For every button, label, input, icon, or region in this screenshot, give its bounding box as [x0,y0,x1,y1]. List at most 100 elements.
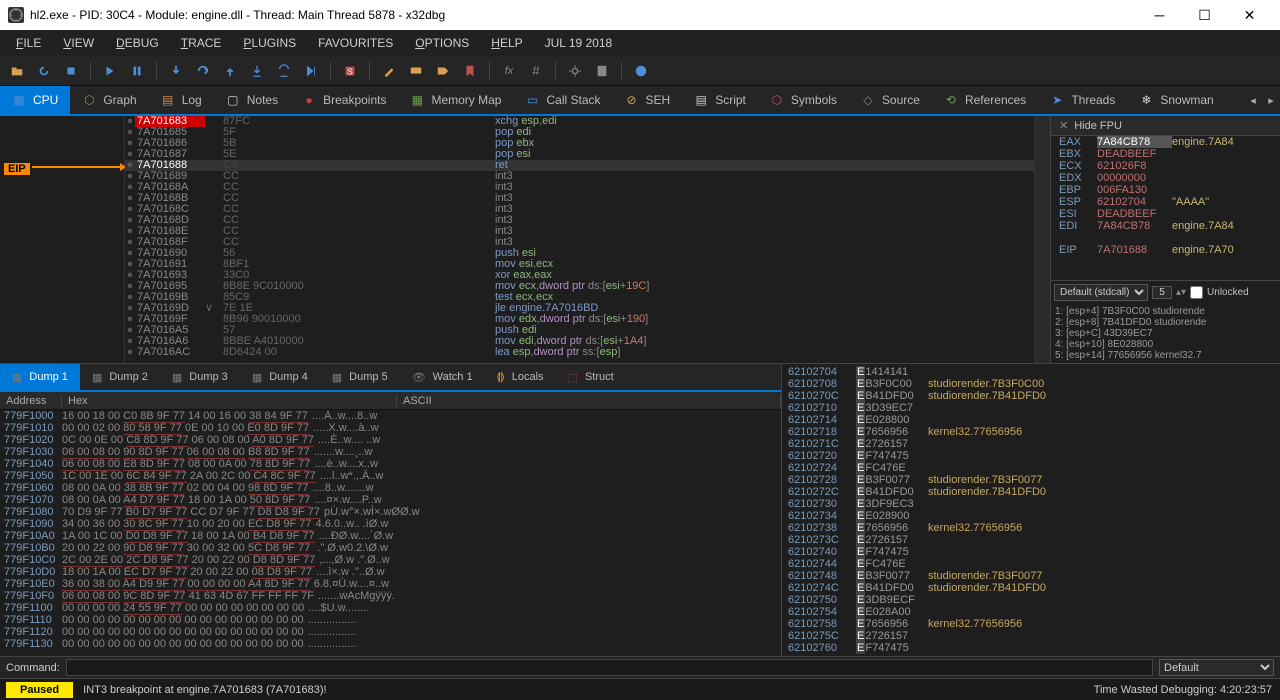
dump-row[interactable]: 779F10A01A 00 1C 00 D0 D8 9F 77 18 00 1A… [0,530,781,542]
stack-row[interactable]: 6210273CE2726157 [782,534,1280,546]
stack-row[interactable]: 62102714EE028800 [782,414,1280,426]
disasm-row[interactable]: ●7A70168CCCint3 [125,204,1034,215]
tab-log[interactable]: ▤Log [149,86,214,114]
close-button[interactable]: ✕ [1227,0,1272,30]
tab-graph[interactable]: ⬡Graph [70,86,148,114]
dump-tab-dump-3[interactable]: ▦Dump 3 [160,364,240,390]
dump-row[interactable]: 779F106008 00 0A 00 38 8B 9F 77 02 00 04… [0,482,781,494]
stack-row[interactable]: 62102750E3DB9ECF [782,594,1280,606]
disasm-row[interactable]: ●7A70169F8B96 90010000mov edx,dword ptr … [125,314,1034,325]
tab-call-stack[interactable]: ▭Call Stack [513,86,612,114]
minimize-button[interactable]: ─ [1137,0,1182,30]
dump-row[interactable]: 779F103006 00 08 00 90 8D 9F 77 06 00 08… [0,446,781,458]
trace-into-icon[interactable] [246,60,268,82]
dump-tab-locals[interactable]: ⟬⟭Locals [485,364,556,390]
dump-row[interactable]: 779F100016 00 18 00 C0 8B 9F 77 14 00 16… [0,410,781,422]
disasm-row[interactable]: ●7A7016918BF1mov esi,ecx [125,259,1034,270]
stack-row[interactable]: 62102758E7656956kernel32.77656956 [782,618,1280,630]
menu-debug[interactable]: DEBUG [106,33,169,53]
disasm-row[interactable]: ●7A7016865Bpop ebx [125,138,1034,149]
menu-plugins[interactable]: PLUGINS [233,33,306,53]
register-row[interactable]: ESP62102704"AAAA" [1051,196,1280,208]
dump-row[interactable]: 779F10C02C 00 2E 00 2C D8 9F 77 20 00 22… [0,554,781,566]
regpanel-close-icon[interactable]: ✕ [1059,119,1068,132]
dump-col-addr[interactable]: Address [0,395,62,407]
register-row[interactable] [1051,232,1280,244]
menu-help[interactable]: HELP [481,33,532,53]
dump-row[interactable]: 779F109034 00 36 00 30 8C 9F 77 10 00 20… [0,518,781,530]
open-icon[interactable] [6,60,28,82]
menu-file[interactable]: FILE [6,33,51,53]
stack-row[interactable]: 62102744EFC476E [782,558,1280,570]
tab-next-icon[interactable]: ▸ [1262,85,1280,115]
stack-row[interactable]: 62102724EFC476E [782,462,1280,474]
dump-tab-dump-2[interactable]: ▦Dump 2 [80,364,160,390]
dump-view[interactable]: 779F100016 00 18 00 C0 8B 9F 77 14 00 16… [0,410,781,656]
fpu-toggle[interactable]: Hide FPU [1074,120,1122,132]
stack-row[interactable]: 62102704E1414141 [782,366,1280,378]
menu-favourites[interactable]: FAVOURITES [308,33,403,53]
dump-row[interactable]: 779F10501C 00 1E 00 6C 84 9F 77 2A 00 2C… [0,470,781,482]
menu-options[interactable]: OPTIONS [405,33,479,53]
tab-memory-map[interactable]: ▦Memory Map [398,86,513,114]
disasm-row[interactable]: ●7A70168BCCint3 [125,193,1034,204]
disasm-row[interactable]: ●7A701688C3ret [125,160,1034,171]
calc-icon[interactable] [591,60,613,82]
dump-row[interactable]: 779F110000 00 00 00 24 55 9F 77 00 00 00… [0,602,781,614]
stack-row[interactable]: 6210275CE2726157 [782,630,1280,642]
stack-row[interactable]: 6210270CEB41DFD0studiorender.7B41DFD0 [782,390,1280,402]
disassembly-view[interactable]: ●7A70168387FCxchg esp,edi●7A7016855Fpop … [125,116,1034,363]
tab-snowman[interactable]: ❄Snowman [1127,86,1225,114]
stack-args-view[interactable]: 1: [esp+4] 7B3F0C00 studiorende2: [esp+8… [1051,304,1280,363]
scylla-icon[interactable]: S [339,60,361,82]
fx-icon[interactable]: fx [498,60,520,82]
disasm-row[interactable]: ●7A70168ECCint3 [125,226,1034,237]
run-to-icon[interactable] [300,60,322,82]
dump-tab-dump-1[interactable]: ▦Dump 1 [0,364,80,390]
register-row[interactable]: EAX7A84CB78engine.7A84 [1051,136,1280,148]
bookmark-icon[interactable] [459,60,481,82]
dump-col-hex[interactable]: Hex [62,395,397,407]
label-icon[interactable] [432,60,454,82]
dump-row[interactable]: 779F107008 00 0A 00 A4 D7 9F 77 18 00 1A… [0,494,781,506]
dump-tab-watch-1[interactable]: 👁Watch 1 [400,364,485,390]
dump-tab-struct[interactable]: ⬚Struct [556,364,626,390]
dump-row[interactable]: 779F108070 D9 9F 77 B0 D7 9F 77 CC D7 9F… [0,506,781,518]
dump-row[interactable]: 779F113000 00 00 00 00 00 00 00 00 00 00… [0,638,781,650]
step-into-icon[interactable] [165,60,187,82]
disasm-row[interactable]: ●7A7016958B8E 9C010000mov ecx,dword ptr … [125,281,1034,292]
stack-row[interactable]: 6210271CE2726157 [782,438,1280,450]
disasm-row[interactable]: ●7A7016AC8D6424 00lea esp,dword ptr ss:[… [125,347,1034,358]
stack-row[interactable]: 62102734EE028900 [782,510,1280,522]
about-icon[interactable] [630,60,652,82]
restart-icon[interactable] [33,60,55,82]
dump-row[interactable]: 779F10200C 00 0E 00 C8 8D 9F 77 06 00 08… [0,434,781,446]
register-row[interactable]: EIP7A701688engine.7A70 [1051,244,1280,256]
tab-script[interactable]: ▤Script [682,86,758,114]
tab-symbols[interactable]: ⬡Symbols [758,86,849,114]
trace-over-icon[interactable] [273,60,295,82]
register-row[interactable]: EBP006FA130 [1051,184,1280,196]
stack-row[interactable]: 62102730E3DF9EC3 [782,498,1280,510]
dump-row[interactable]: 779F10B020 00 22 00 90 D8 9F 77 30 00 32… [0,542,781,554]
hash-icon[interactable]: # [525,60,547,82]
disasm-row[interactable]: ●7A7016855Fpop edi [125,127,1034,138]
arg-count-input[interactable] [1152,286,1172,299]
step-out-icon[interactable] [219,60,241,82]
stack-row[interactable]: 62102718E7656956kernel32.77656956 [782,426,1280,438]
dump-row[interactable]: 779F10D018 00 1A 00 EC D7 9F 77 20 00 22… [0,566,781,578]
unlocked-checkbox[interactable] [1190,286,1203,299]
disasm-row[interactable]: ●7A7016875Epop esi [125,149,1034,160]
tab-cpu[interactable]: ▦CPU [0,86,70,114]
command-input[interactable] [66,659,1153,676]
menu-jul-19-2018[interactable]: JUL 19 2018 [535,33,623,53]
dump-tab-dump-4[interactable]: ▦Dump 4 [240,364,320,390]
stack-row[interactable]: 62102710E3D39EC7 [782,402,1280,414]
pause-icon[interactable] [126,60,148,82]
dump-col-ascii[interactable]: ASCII [397,395,781,407]
step-over-icon[interactable] [192,60,214,82]
stack-row[interactable]: 6210274CEB41DFD0studiorender.7B41DFD0 [782,582,1280,594]
calling-convention-select[interactable]: Default (stdcall) [1054,284,1148,301]
dump-row[interactable]: 779F10E036 00 38 00 A4 D9 9F 77 00 00 00… [0,578,781,590]
stack-row[interactable]: 62102754EE028A00 [782,606,1280,618]
